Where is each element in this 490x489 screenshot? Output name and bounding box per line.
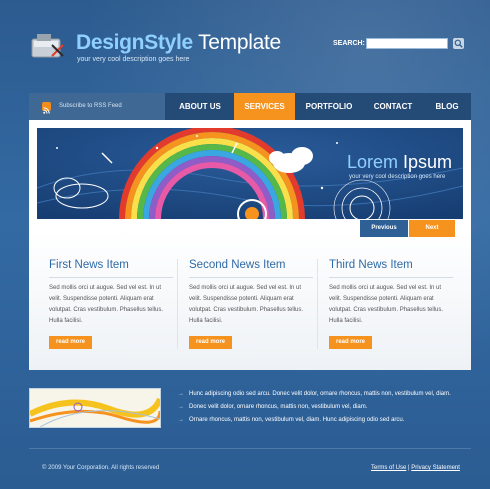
search-icon: [454, 39, 463, 48]
main-nav: Subscribe to RSS Feed ABOUT US SERVICES …: [29, 93, 471, 120]
banner-subtitle: your very cool description goes here: [349, 174, 446, 180]
feature-list: → Hunc adipiscing odio sed arcu. Donec ve…: [178, 388, 468, 427]
list-item-text: Ornare rhoncus, mattis non, vestibulum v…: [189, 417, 405, 423]
list-item[interactable]: → Ornare rhoncus, mattis non, vestibulum …: [178, 414, 468, 427]
list-item[interactable]: → Hunc adipiscing odio sed arcu. Donec ve…: [178, 388, 468, 401]
logo-title-rest: Template: [192, 31, 281, 54]
arrow-icon: →: [178, 417, 184, 423]
read-more-button[interactable]: read more: [329, 336, 372, 349]
news-divider: [49, 277, 173, 278]
search-input[interactable]: [366, 38, 448, 49]
banner-title-rest: Ipsum: [398, 152, 453, 172]
nav-item-about-us[interactable]: ABOUT US: [166, 93, 234, 120]
banner-title-main: Lorem: [347, 152, 399, 172]
search-label: SEARCH:: [333, 40, 365, 47]
copyright: © 2009 Your Corporation. All rights rese…: [42, 465, 160, 471]
news-item: Second News Item Sed mollis orci ut augu…: [189, 259, 313, 349]
previous-button[interactable]: Previous: [360, 220, 408, 237]
list-item-text: Donec velit dolor, ornare rhoncus, matti…: [189, 404, 368, 410]
list-item-text: Hunc adipiscing odio sed arcu. Donec vel…: [189, 391, 451, 397]
logo-drive-icon: [30, 30, 66, 62]
news-body: Sed mollis orci ut augue. Sed vel est. I…: [189, 285, 304, 324]
content-panel: Lorem Ipsum your very cool description g…: [29, 120, 471, 370]
read-more-button[interactable]: read more: [189, 336, 232, 349]
banner-title: Lorem Ipsum: [347, 152, 452, 173]
footer-links: Terms of Use | Privacy Statement: [371, 465, 460, 471]
news-item: First News Item Sed mollis orci ut augue…: [49, 259, 173, 349]
banner: Lorem Ipsum your very cool description g…: [37, 128, 463, 219]
news-title[interactable]: Third News Item: [329, 259, 453, 271]
logo-title[interactable]: DesignStyle Template: [76, 31, 281, 55]
news-item: Third News Item Sed mollis orci ut augue…: [329, 259, 453, 349]
news-separator: [177, 259, 178, 349]
footer-divider: [29, 448, 471, 449]
nav-item-services[interactable]: SERVICES: [234, 93, 295, 120]
nav-item-portfolio[interactable]: PORTFOLIO: [295, 93, 363, 120]
search-button[interactable]: [453, 38, 464, 49]
rss-subscribe-link[interactable]: Subscribe to RSS Feed: [29, 93, 165, 120]
nav-item-blog[interactable]: BLOG: [423, 93, 471, 120]
news-divider: [329, 277, 453, 278]
next-button[interactable]: Next: [409, 220, 455, 237]
arrow-icon: →: [178, 391, 184, 397]
terms-of-use-link[interactable]: Terms of Use: [371, 465, 406, 471]
rss-label: Subscribe to RSS Feed: [59, 103, 122, 109]
news-body: Sed mollis orci ut augue. Sed vel est. I…: [49, 285, 164, 324]
privacy-statement-link[interactable]: Privacy Statement: [411, 465, 460, 471]
nav-item-contact[interactable]: CONTACT: [363, 93, 423, 120]
news-title[interactable]: Second News Item: [189, 259, 313, 271]
news-separator: [317, 259, 318, 349]
news-title[interactable]: First News Item: [49, 259, 173, 271]
read-more-button[interactable]: read more: [49, 336, 92, 349]
logo-title-main: DesignStyle: [76, 31, 193, 54]
list-item[interactable]: → Donec velit dolor, ornare rhoncus, matt…: [178, 401, 468, 414]
arrow-icon: →: [178, 404, 184, 410]
logo-subtitle: your very cool description goes here: [77, 56, 190, 63]
news-body: Sed mollis orci ut augue. Sed vel est. I…: [329, 285, 444, 324]
rss-icon: [42, 102, 51, 114]
news-divider: [189, 277, 313, 278]
portfolio-thumbnail[interactable]: [29, 388, 161, 428]
